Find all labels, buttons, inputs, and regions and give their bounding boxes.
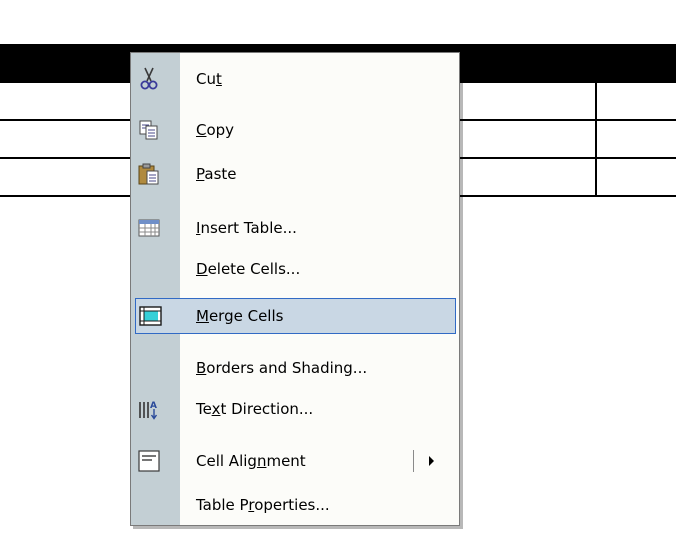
context-menu: Cut Copy Paste Insert Table... Delete Ce…	[130, 52, 460, 526]
menu-item-insert-table[interactable]: Insert Table...	[131, 210, 459, 246]
menu-item-cell-alignment[interactable]: Cell Alignment	[131, 443, 459, 479]
menu-item-label: Copy	[196, 121, 235, 139]
menu-item-paste[interactable]: Paste	[131, 156, 459, 192]
menu-item-label: Merge Cells	[196, 307, 284, 325]
menu-item-label: Borders and Shading...	[196, 359, 368, 377]
table-column-divider	[595, 83, 597, 195]
menu-item-borders-and-shading[interactable]: Borders and Shading...	[131, 350, 459, 386]
menu-item-copy[interactable]: Copy	[131, 112, 459, 148]
menu-item-label: Cell Alignment	[196, 452, 306, 470]
cell-alignment-icon	[136, 448, 162, 474]
submenu-arrow-icon[interactable]	[429, 456, 434, 466]
menu-item-label: Delete Cells...	[196, 260, 301, 278]
scissors-icon	[136, 66, 162, 92]
menu-item-delete-cells[interactable]: Delete Cells...	[131, 251, 459, 287]
menu-item-label: Table Properties...	[196, 496, 330, 514]
submenu-separator	[413, 450, 414, 472]
menu-item-text-direction[interactable]: A Text Direction...	[131, 391, 459, 427]
copy-icon	[136, 117, 162, 143]
table-icon	[136, 215, 162, 241]
menu-item-table-properties[interactable]: Table Properties...	[131, 487, 459, 523]
menu-item-label: Insert Table...	[196, 219, 297, 237]
menu-item-label: Text Direction...	[196, 400, 314, 418]
menu-item-merge-cells[interactable]: Merge Cells	[135, 298, 456, 334]
menu-item-label: Cut	[196, 70, 222, 88]
menu-item-cut[interactable]: Cut	[131, 61, 459, 97]
menu-item-label: Paste	[196, 165, 237, 183]
paste-icon	[136, 161, 162, 187]
merge-cells-icon	[137, 303, 163, 329]
text-direction-icon: A	[136, 396, 162, 422]
